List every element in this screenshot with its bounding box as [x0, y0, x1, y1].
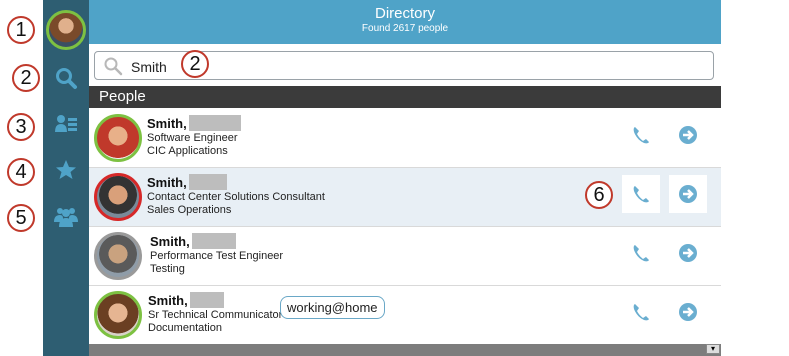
phone-icon[interactable] — [622, 116, 660, 154]
contact-details: Contact Center Solutions Consultant Sale… — [147, 191, 325, 217]
contact-details: Performance Test Engineer Testing — [150, 250, 283, 276]
callout-4: 4 — [7, 158, 35, 186]
contact-photo — [94, 173, 142, 221]
partial-list-item — [89, 344, 721, 356]
list-item[interactable]: Smith, Performance Test Engineer Testing — [89, 227, 721, 286]
contact-name: Smith, — [148, 292, 224, 308]
contact-title: Performance Test Engineer — [150, 250, 284, 262]
status-message-bubble: working@home — [280, 296, 385, 319]
arrow-right-icon[interactable] — [669, 116, 707, 154]
redacted-surname — [188, 174, 227, 190]
redacted-surname — [191, 233, 236, 249]
callout-5: 5 — [7, 204, 35, 232]
redacted-surname — [189, 292, 224, 308]
search-icon[interactable] — [54, 66, 78, 90]
contact-photo — [94, 232, 142, 280]
contact-details: Software Engineer CIC Applications — [147, 132, 238, 158]
scroll-down-icon[interactable]: ▾ — [706, 344, 720, 354]
search-value: Smith — [131, 59, 167, 75]
callout-2-search: 2 — [181, 50, 209, 78]
section-header-people: People — [89, 86, 721, 108]
list-item[interactable]: Smith, Sr Technical Communicator Documen… — [89, 286, 721, 345]
contact-photo — [94, 291, 142, 339]
group-icon[interactable] — [54, 204, 78, 228]
phone-icon[interactable] — [622, 293, 660, 331]
list-item[interactable]: Smith, Software Engineer CIC Application… — [89, 109, 721, 168]
arrow-right-icon[interactable] — [669, 175, 707, 213]
page-title: Directory — [374, 5, 435, 22]
contact-department: Sales Operations — [147, 204, 232, 216]
phone-icon[interactable] — [622, 234, 660, 272]
header: Directory Found 2617 people — [89, 0, 721, 44]
callout-2: 2 — [12, 64, 40, 92]
phone-icon[interactable] — [622, 175, 660, 213]
contact-title: Software Engineer — [147, 132, 238, 144]
callout-3: 3 — [7, 113, 35, 141]
contact-photo — [94, 114, 142, 162]
contact-title: Sr Technical Communicator — [148, 309, 283, 321]
contact-name: Smith, — [147, 115, 241, 131]
result-count: Found 2617 people — [361, 23, 449, 34]
contact-name: Smith, — [147, 174, 227, 190]
contact-department: Testing — [150, 263, 185, 275]
search-icon — [104, 57, 123, 76]
contact-details: Sr Technical Communicator Documentation — [148, 309, 282, 335]
callout-6: 6 — [585, 181, 613, 209]
arrow-right-icon[interactable] — [669, 293, 707, 331]
arrow-right-icon[interactable] — [669, 234, 707, 272]
callout-1: 1 — [7, 16, 35, 44]
contact-title: Contact Center Solutions Consultant — [147, 191, 325, 203]
star-icon[interactable] — [54, 158, 78, 182]
contact-department: CIC Applications — [147, 145, 228, 157]
contact-name: Smith, — [150, 233, 236, 249]
contact-department: Documentation — [148, 322, 222, 334]
redacted-surname — [188, 115, 241, 131]
user-avatar[interactable] — [46, 10, 86, 50]
contact-list-icon[interactable] — [54, 112, 78, 136]
list-item[interactable]: Smith, Contact Center Solutions Consulta… — [89, 168, 721, 227]
